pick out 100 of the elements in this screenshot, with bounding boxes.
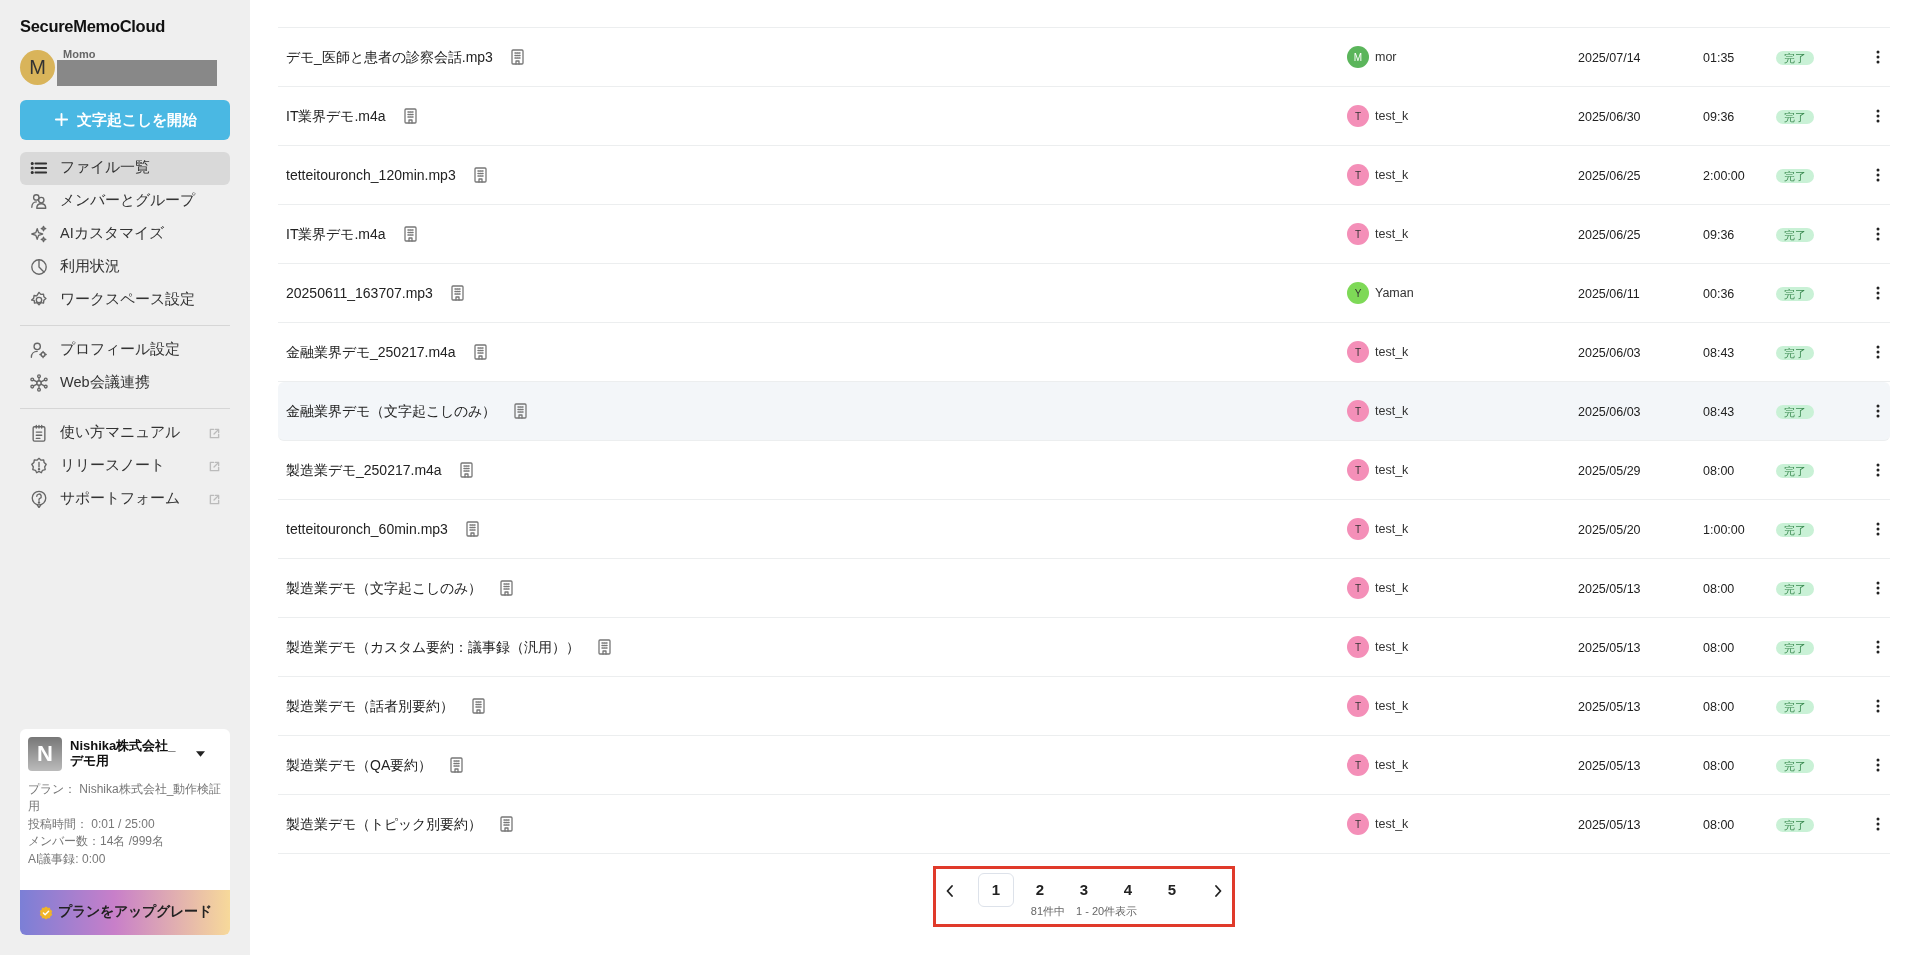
workspace-switcher[interactable]: N Nishika株式会社_デモ用 (28, 737, 222, 772)
user-name: test_k (1375, 697, 1409, 715)
file-date: 2025/05/13 (1578, 758, 1641, 773)
file-row[interactable]: 製造業デモ（話者別要約） T test_k 2025/05/13 08:00 完了 (278, 677, 1890, 736)
nav-item[interactable]: 使い方マニュアル (20, 416, 230, 450)
more-options-icon[interactable] (1876, 640, 1880, 654)
user-gear-icon (30, 341, 48, 360)
page-button[interactable]: 1 (978, 873, 1014, 907)
file-row[interactable]: 製造業デモ_250217.m4a T test_k 2025/05/29 08:00 完了 (278, 441, 1890, 500)
page-button[interactable]: 2 (1022, 873, 1058, 907)
nav-item[interactable]: 利用状況 (20, 250, 230, 284)
file-row[interactable]: 製造業デモ（文字起こしのみ） T test_k 2025/05/13 08:00 完了 (278, 559, 1890, 618)
status-badge: 完了 (1776, 227, 1814, 242)
building-icon (500, 816, 513, 832)
file-row[interactable]: 製造業デモ（QA要約） T test_k 2025/05/13 08:00 完了 (278, 736, 1890, 795)
building-icon (459, 462, 473, 478)
user-name: test_k (1375, 402, 1409, 420)
more-options-icon[interactable] (1876, 699, 1880, 713)
page-button[interactable]: 3 (1066, 873, 1102, 907)
user-avatar: T (1347, 459, 1369, 481)
file-row[interactable]: 製造業デモ（トピック別要約） T test_k 2025/05/13 08:00 完了 (278, 795, 1890, 854)
file-row[interactable]: 製造業デモ（カスタム要約：議事録（汎用）） T test_k 2025/05/13 08:00 完了 (278, 618, 1890, 677)
file-name: 金融業界デモ_250217.m4a (286, 342, 456, 362)
user-name: test_k (1375, 638, 1409, 656)
question-icon (30, 490, 48, 509)
file-date: 2025/05/20 (1578, 522, 1641, 537)
user-name: test_k (1375, 815, 1409, 833)
nav-item[interactable]: メンバーとグループ (20, 184, 230, 218)
chevron-left-icon (946, 884, 954, 897)
more-options-icon[interactable] (1876, 50, 1880, 64)
file-name: tetteitouronch_120min.mp3 (286, 165, 456, 185)
user-avatar: T (1347, 754, 1369, 776)
file-date: 2025/07/14 (1578, 50, 1641, 65)
more-options-icon[interactable] (1876, 286, 1880, 300)
file-name: 製造業デモ（話者別要約） (286, 696, 454, 716)
file-duration: 2:00:00 (1703, 168, 1745, 183)
file-row[interactable]: 20250611_163707.mp3 Y Yaman 2025/06/11 00:36 完了 (278, 264, 1890, 323)
user-avatar: T (1347, 577, 1369, 599)
nav-item[interactable]: ワークスペース設定 (20, 283, 230, 317)
file-duration: 09:36 (1703, 227, 1735, 242)
nav-item[interactable]: ファイル一覧 (20, 151, 230, 185)
file-row[interactable]: tetteitouronch_60min.mp3 T test_k 2025/05/20 1:00:00 完了 (278, 500, 1890, 559)
user-name: test_k (1375, 520, 1409, 538)
user-name: Momo (63, 48, 97, 60)
building-icon (450, 757, 464, 773)
pie-chart-icon (30, 258, 48, 277)
user-name: test_k (1375, 579, 1409, 597)
plan-detail: メンバー数：14名 /999名 (28, 833, 166, 851)
page-button[interactable]: 5 (1154, 873, 1190, 907)
file-duration: 01:35 (1703, 50, 1735, 65)
more-options-icon[interactable] (1876, 463, 1880, 477)
file-date: 2025/06/25 (1578, 227, 1641, 242)
status-badge: 完了 (1776, 699, 1814, 714)
user-avatar: M (1347, 46, 1369, 68)
user-avatar: T (1347, 223, 1369, 245)
file-name: 製造業デモ（QA要約） (286, 755, 433, 775)
verified-badge-icon (38, 905, 53, 920)
file-date: 2025/06/03 (1578, 404, 1641, 419)
chevron-right-icon (1214, 884, 1222, 897)
file-name: 製造業デモ（トピック別要約） (286, 814, 482, 834)
file-row[interactable]: IT業界デモ.m4a T test_k 2025/06/25 09:36 完了 (278, 205, 1890, 264)
file-date: 2025/06/03 (1578, 345, 1641, 360)
status-badge: 完了 (1776, 345, 1814, 360)
file-name: 製造業デモ_250217.m4a (286, 460, 442, 480)
notepad-icon (30, 424, 48, 443)
more-options-icon[interactable] (1876, 168, 1880, 182)
more-options-icon[interactable] (1876, 227, 1880, 241)
file-duration: 08:00 (1703, 817, 1735, 832)
more-options-icon[interactable] (1876, 345, 1880, 359)
more-options-icon[interactable] (1876, 581, 1880, 595)
file-row[interactable]: tetteitouronch_120min.mp3 T test_k 2025/06/25 2:00:00 完了 (278, 146, 1890, 205)
status-badge: 完了 (1776, 168, 1814, 183)
page-button[interactable]: 4 (1110, 873, 1146, 907)
more-options-icon[interactable] (1876, 758, 1880, 772)
building-icon (510, 49, 524, 65)
building-icon (598, 639, 611, 655)
file-row[interactable]: デモ_医師と患者の診察会話.mp3 M mor 2025/07/14 01:35 完了 (278, 28, 1890, 87)
upgrade-button[interactable]: プランをアップグレード (20, 890, 230, 935)
nav-item[interactable]: AIカスタマイズ (20, 217, 230, 251)
nav-item[interactable]: サポートフォーム (20, 482, 230, 516)
user-name: mor (1375, 48, 1397, 66)
file-date: 2025/06/30 (1578, 109, 1641, 124)
status-badge: 完了 (1776, 581, 1814, 596)
more-options-icon[interactable] (1876, 109, 1880, 123)
file-row[interactable]: 金融業界デモ（文字起こしのみ） T test_k 2025/06/03 08:43 完了 (278, 382, 1890, 441)
user-name: test_k (1375, 107, 1409, 125)
nav-item[interactable]: Web会議連携 (20, 366, 230, 400)
file-duration: 08:00 (1703, 758, 1735, 773)
nav-item[interactable]: リリースノート (20, 449, 230, 483)
plan-detail: AI議事録: 0:00 (28, 850, 107, 868)
file-duration: 08:00 (1703, 640, 1735, 655)
more-options-icon[interactable] (1876, 404, 1880, 418)
more-options-icon[interactable] (1876, 817, 1880, 831)
file-duration: 08:43 (1703, 404, 1735, 419)
file-duration: 08:00 (1703, 699, 1735, 714)
user-avatar: T (1347, 105, 1369, 127)
nav-item[interactable]: プロフィール設定 (20, 333, 230, 367)
user-name: test_k (1375, 225, 1409, 243)
file-row[interactable]: IT業界デモ.m4a T test_k 2025/06/30 09:36 完了 (278, 87, 1890, 146)
more-options-icon[interactable] (1876, 522, 1880, 536)
